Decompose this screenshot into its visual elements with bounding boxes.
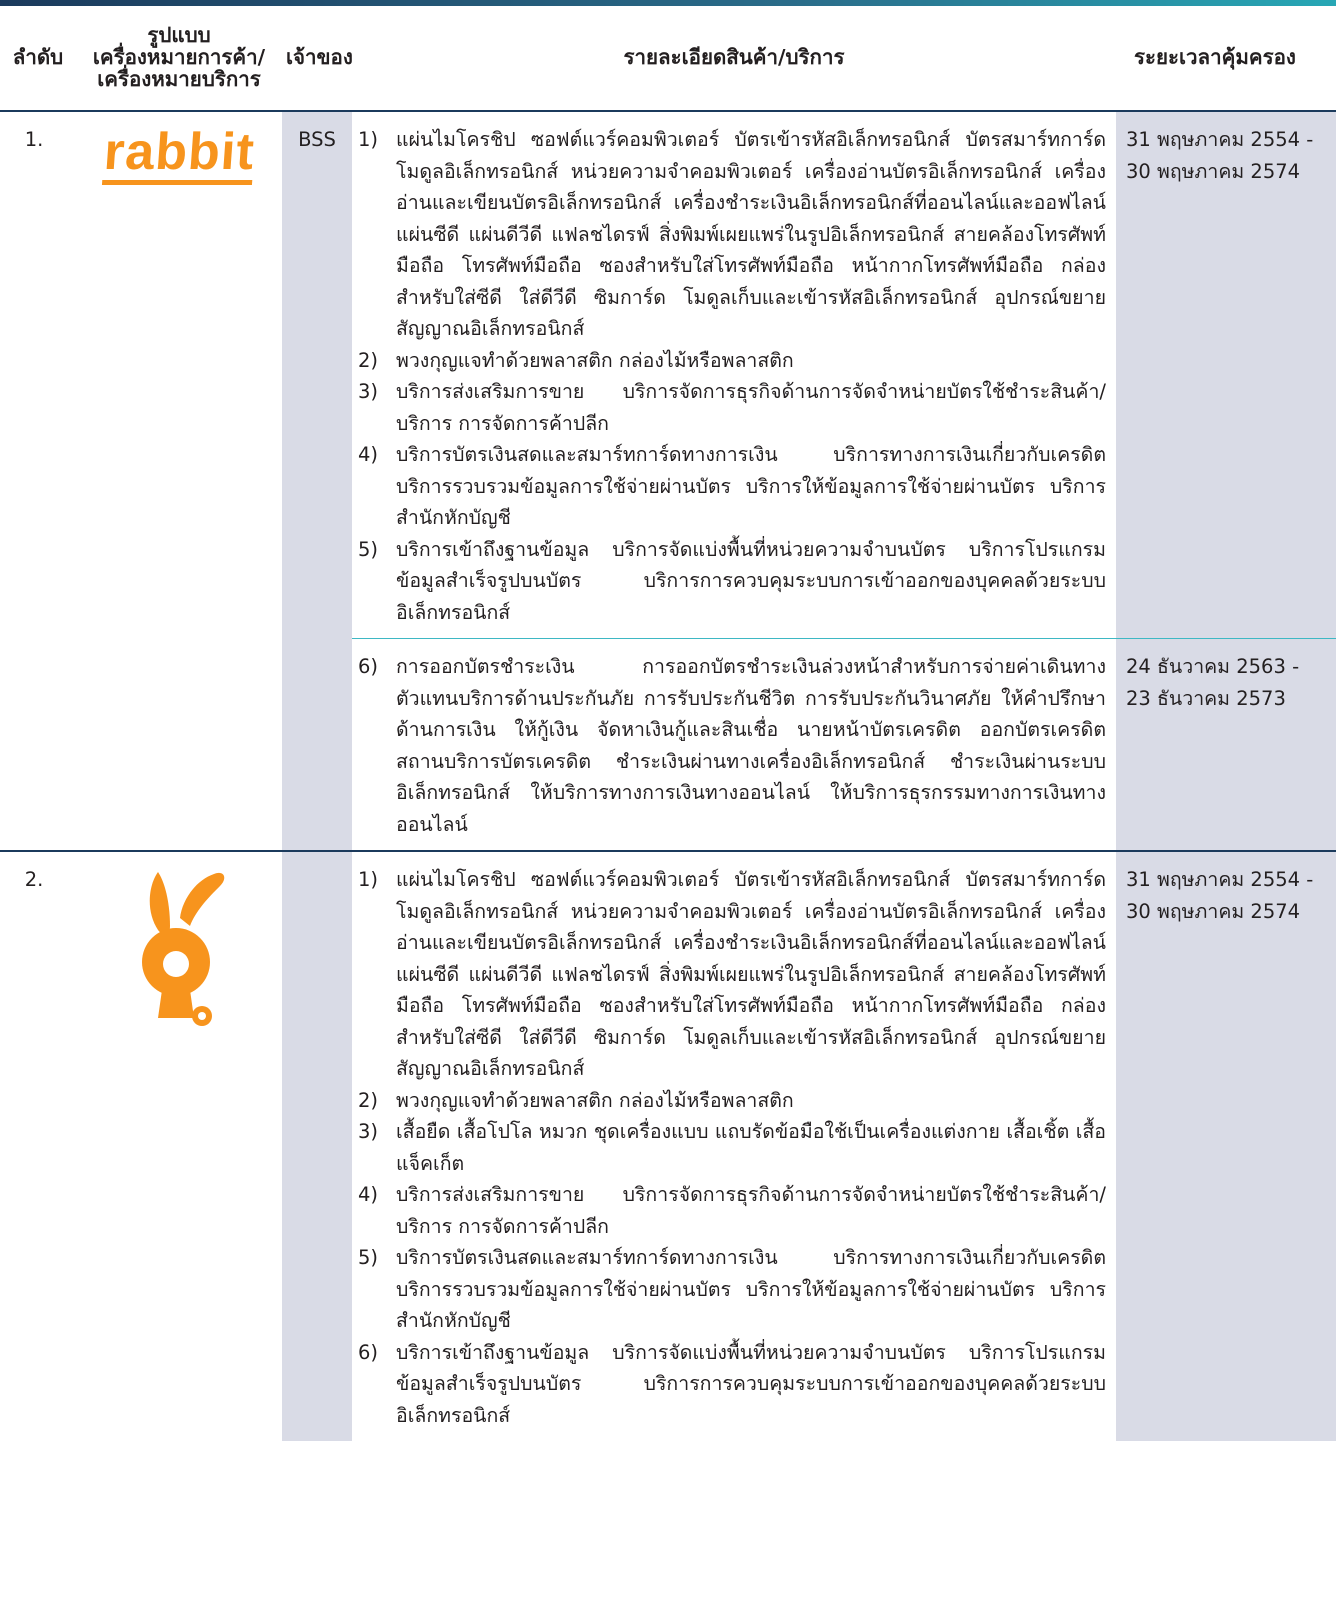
- detail-cell: 6) การออกบัตรชำระเงิน การออกบัตรชำระเงินล…: [352, 639, 1116, 852]
- table-row: 2. 1) แผ่นไมโครชิป ซอฟต์แวร์คอมพิวเตอร์ …: [0, 851, 1336, 1441]
- orange-rabbit-mascot-icon: [142, 872, 225, 1026]
- period-end: 30 พฤษภาคม 2574: [1126, 899, 1301, 923]
- item-text: แผ่นไมโครชิป ซอฟต์แวร์คอมพิวเตอร์ บัตรเข…: [396, 868, 1106, 1080]
- period-start: 31 พฤษภาคม 2554 -: [1126, 128, 1314, 151]
- detail-cell: 1) แผ่นไมโครชิป ซอฟต์แวร์คอมพิวเตอร์ บัตร…: [352, 851, 1116, 1441]
- owner-cell: BSS: [282, 111, 352, 851]
- list-item: 2) พวงกุญแจทำด้วยพลาสติก กล่องไม้หรือพลาส…: [358, 345, 1106, 377]
- list-item: 3) บริการส่งเสริมการขาย บริการจัดการธุรกิ…: [358, 376, 1106, 439]
- list-item: 4) บริการส่งเสริมการขาย บริการจัดการธุรกิ…: [358, 1179, 1106, 1242]
- item-text: บริการบัตรเงินสดและสมาร์ทการ์ดทางการเงิน…: [396, 443, 1106, 529]
- period-cell: 31 พฤษภาคม 2554 - 30 พฤษภาคม 2574: [1116, 111, 1336, 639]
- header-mark: รูปแบบ เครื่องหมายการค้า/ เครื่องหมายบริ…: [76, 6, 282, 111]
- rabbit-wordmark-logo: rabbit: [101, 123, 256, 185]
- item-text: พวงกุญแจทำด้วยพลาสติก กล่องไม้หรือพลาสติ…: [396, 1088, 794, 1112]
- item-text: บริการส่งเสริมการขาย บริการจัดการธุรกิจด…: [396, 380, 1106, 435]
- item-text: พวงกุญแจทำด้วยพลาสติก กล่องไม้หรือพลาสติ…: [396, 348, 794, 372]
- table-header-row: ลำดับ รูปแบบ เครื่องหมายการค้า/ เครื่องห…: [0, 6, 1336, 111]
- period-start: 31 พฤษภาคม 2554 -: [1126, 868, 1314, 891]
- item-text: บริการเข้าถึงฐานข้อมูล บริการจัดแบ่งพื้น…: [396, 537, 1106, 624]
- item-text: แผ่นไมโครชิป ซอฟต์แวร์คอมพิวเตอร์ บัตรเข…: [396, 128, 1106, 340]
- owner-cell: [282, 851, 352, 1441]
- item-number: 4): [358, 443, 379, 466]
- header-no: ลำดับ: [12, 45, 64, 69]
- period-cell: 31 พฤษภาคม 2554 - 30 พฤษภาคม 2574: [1116, 851, 1336, 1441]
- list-item: 5) บริการเข้าถึงฐานข้อมูล บริการจัดแบ่งพื…: [358, 534, 1106, 629]
- row-number: 1.: [24, 128, 44, 151]
- item-text: บริการส่งเสริมการขาย บริการจัดการธุรกิจด…: [396, 1183, 1106, 1238]
- trademark-table: ลำดับ รูปแบบ เครื่องหมายการค้า/ เครื่องห…: [0, 6, 1336, 1441]
- item-number: 5): [358, 537, 379, 561]
- item-number: 3): [358, 380, 379, 403]
- detail-cell: 1) แผ่นไมโครชิป ซอฟต์แวร์คอมพิวเตอร์ บัตร…: [352, 111, 1116, 639]
- period-cell: 24 ธันวาคม 2563 - 23 ธันวาคม 2573: [1116, 638, 1336, 851]
- item-number: 2): [358, 1088, 379, 1112]
- header-period: ระยะเวลาคุ้มครอง: [1134, 45, 1296, 69]
- period-start: 24 ธันวาคม 2563 -: [1126, 655, 1300, 678]
- item-number: 1): [358, 128, 379, 151]
- item-number: 6): [358, 655, 379, 678]
- period-end: 30 พฤษภาคม 2574: [1126, 159, 1301, 183]
- item-number: 2): [358, 348, 379, 372]
- header-owner: เจ้าของ: [286, 45, 353, 69]
- list-item: 6) การออกบัตรชำระเงิน การออกบัตรชำระเงินล…: [358, 651, 1106, 840]
- list-item: 2) พวงกุญแจทำด้วยพลาสติก กล่องไม้หรือพลาส…: [358, 1085, 1106, 1117]
- list-item: 6) บริการเข้าถึงฐานข้อมูล บริการจัดแบ่งพื…: [358, 1337, 1106, 1432]
- period-end: 23 ธันวาคม 2573: [1126, 686, 1286, 710]
- header-mark-line-2: เครื่องหมายการค้า/: [92, 45, 266, 69]
- list-item: 3) เสื้อยืด เสื้อโปโล หมวก ชุดเครื่องแบบ …: [358, 1116, 1106, 1179]
- list-item: 1) แผ่นไมโครชิป ซอฟต์แวร์คอมพิวเตอร์ บัตร…: [358, 864, 1106, 1085]
- item-number: 6): [358, 1340, 379, 1364]
- item-number: 5): [358, 1246, 379, 1269]
- item-number: 1): [358, 868, 379, 891]
- row-number: 2.: [24, 868, 44, 891]
- item-text: การออกบัตรชำระเงิน การออกบัตรชำระเงินล่ว…: [396, 655, 1106, 836]
- item-text: บริการเข้าถึงฐานข้อมูล บริการจัดแบ่งพื้น…: [396, 1340, 1106, 1427]
- table-row: 1. rabbit BSS 1) แผ่นไมโครชิป ซอฟต์แวร์คอ…: [0, 111, 1336, 851]
- header-mark-line-3: เครื่องหมายบริการ: [97, 67, 261, 91]
- logo-cell: [76, 851, 282, 1441]
- item-number: 3): [358, 1120, 379, 1143]
- header-detail: รายละเอียดสินค้า/บริการ: [623, 45, 845, 69]
- list-item: 5) บริการบัตรเงินสดและสมาร์ทการ์ดทางการเง…: [358, 1242, 1106, 1337]
- list-item: 4) บริการบัตรเงินสดและสมาร์ทการ์ดทางการเง…: [358, 439, 1106, 534]
- list-item: 1) แผ่นไมโครชิป ซอฟต์แวร์คอมพิวเตอร์ บัตร…: [358, 124, 1106, 345]
- header-mark-line-1: รูปแบบ: [147, 23, 211, 47]
- item-text: เสื้อยืด เสื้อโปโล หมวก ชุดเครื่องแบบ แถ…: [396, 1120, 1106, 1175]
- logo-cell: rabbit: [76, 111, 282, 851]
- item-number: 4): [358, 1183, 379, 1206]
- item-text: บริการบัตรเงินสดและสมาร์ทการ์ดทางการเงิน…: [396, 1246, 1106, 1332]
